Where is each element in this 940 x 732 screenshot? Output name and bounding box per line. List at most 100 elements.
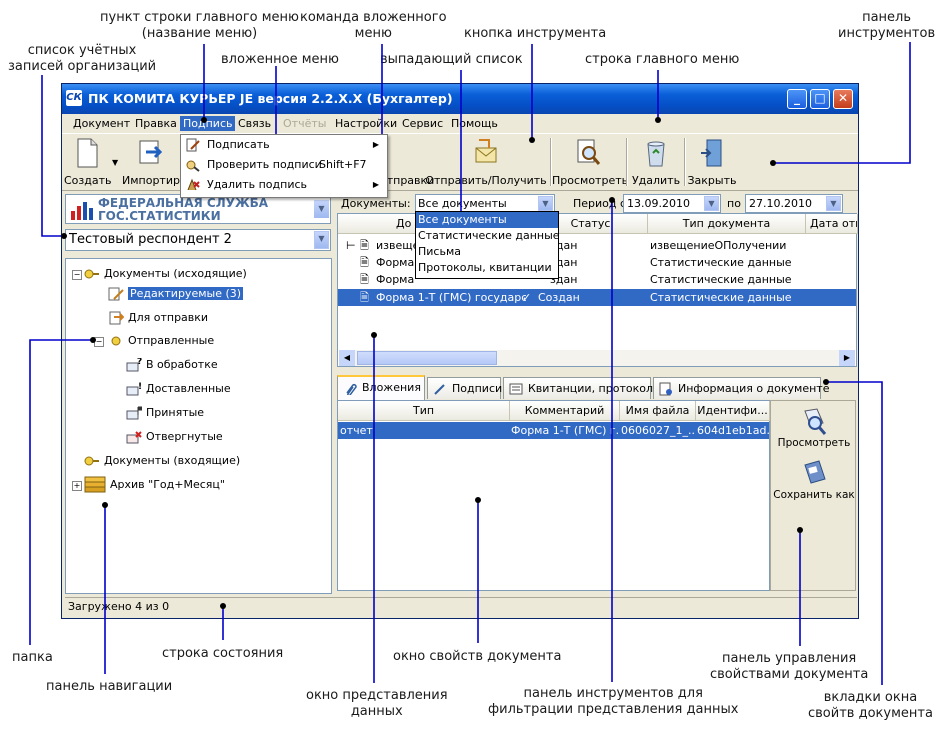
scroll-right-icon[interactable]: ▶ (839, 350, 855, 366)
folder-key-icon (84, 456, 99, 466)
minimize-button[interactable]: _ (787, 89, 807, 109)
create-dropdown-arrow[interactable]: ▼ (112, 158, 118, 167)
title-bar[interactable]: СК ПК КОМИТА КУРЬЕР JE версия 2.2.X.X (Б… (62, 84, 858, 114)
menu-edit[interactable]: Правка (132, 116, 180, 131)
close-app-button[interactable]: Закрыть (686, 136, 738, 188)
tab-attachments[interactable]: Вложения (337, 375, 425, 400)
collapse-icon[interactable]: − (72, 270, 82, 280)
view-button[interactable]: Просмотреть (552, 136, 628, 188)
column-header[interactable]: До (338, 214, 416, 234)
receipt-icon (509, 383, 523, 395)
navigation-panel: ФЕДЕРАЛЬНАЯ СЛУЖБА ГОС.СТАТИСТИКИ ▼ Тест… (65, 194, 332, 594)
signed-check-icon: ✓ (522, 291, 532, 304)
menu-signature[interactable]: Подпись (180, 116, 236, 131)
create-button[interactable]: Создать (64, 136, 112, 188)
submenu-verify[interactable]: Проверить подписи Shift+F7 (181, 155, 387, 175)
tab-signatures[interactable]: Подписи (427, 377, 502, 399)
organization-logo-select[interactable]: ФЕДЕРАЛЬНАЯ СЛУЖБА ГОС.СТАТИСТИКИ ▼ (65, 194, 331, 224)
chevron-down-icon[interactable]: ▼ (314, 231, 329, 249)
menu-settings[interactable]: Настройки (332, 116, 400, 131)
document-icon: 🗎 (360, 291, 369, 304)
annotation-status-row: строка состояния (162, 646, 284, 661)
tab-receipts[interactable]: Квитанции, протоколы (503, 377, 662, 399)
table-row-selected[interactable]: отчет Форма 1-Т (ГМС) г... 0606027_1_...… (338, 422, 769, 439)
tab-doc-info[interactable]: Информация о документе (653, 377, 829, 399)
menu-document[interactable]: Документ (70, 116, 133, 131)
menu-connection[interactable]: Связь (235, 116, 274, 131)
delete-button[interactable]: Удалить (628, 136, 684, 188)
column-header[interactable]: Дата отп (806, 214, 858, 234)
scroll-left-icon[interactable]: ◀ (339, 350, 355, 366)
svg-text:!: ! (138, 382, 142, 392)
submenu-sign[interactable]: Подписать ▶ (181, 135, 387, 155)
dropdown-option[interactable]: Все документы (416, 212, 558, 228)
app-window: СК ПК КОМИТА КУРЬЕР JE версия 2.2.X.X (Б… (61, 83, 859, 619)
column-header[interactable]: Тип (338, 401, 510, 421)
import-button[interactable]: Импортиро (122, 136, 187, 188)
menu-help[interactable]: Помощь (448, 116, 501, 131)
document-icon: ⊢ (346, 239, 356, 252)
exit-door-icon (701, 139, 722, 167)
chevron-down-icon[interactable]: ▼ (538, 196, 553, 211)
tree-outgoing[interactable]: Документы (исходящие) (84, 265, 247, 283)
close-button[interactable]: ✕ (833, 89, 853, 109)
tree-to-send[interactable]: Для отправки (108, 309, 208, 327)
tree-accepted[interactable]: Принятые (126, 404, 204, 422)
send-receive-button[interactable]: Отправить/Получить (424, 136, 548, 188)
status-bar: Загружено 4 из 0 (65, 597, 857, 616)
annotation-toolbar-panel: панель инструментов (838, 10, 936, 41)
new-document-icon (77, 138, 98, 168)
table-row-selected[interactable]: 🗎 Форма 1-Т (ГМС) государст ✓ Создан Ста… (338, 289, 856, 306)
expand-icon[interactable]: + (72, 481, 82, 491)
submenu-delete[interactable]: Удалить подпись ▶ (181, 175, 387, 195)
dropdown-option[interactable]: Статистические данные (416, 228, 560, 244)
dropdown-option[interactable]: Письма (416, 244, 558, 260)
tree-rejected[interactable]: Отвергнутые (126, 428, 223, 446)
sign-pen-icon (186, 138, 200, 152)
magnifier-document-icon (577, 139, 601, 165)
save-as-button[interactable]: Сохранить как (771, 459, 857, 501)
annotation-accounts: список учётных записей организаций (8, 43, 157, 74)
tree-archive[interactable]: Архив "Год+Месяц" (84, 476, 225, 494)
tree-processing[interactable]: ? В обработке (126, 356, 218, 374)
menu-service[interactable]: Сервис (399, 116, 446, 131)
annotation-submenu: вложенное меню (221, 52, 339, 67)
account-select[interactable]: Тестовый респондент 2 ▼ (65, 229, 331, 251)
scroll-thumb[interactable] (357, 351, 497, 365)
annotation-main-menu-item: пункт строки главного меню (название мен… (100, 10, 299, 41)
tree-editable[interactable]: Редактируемые (3) (108, 285, 244, 307)
date-from-picker[interactable]: 13.09.2010 ▼ (623, 194, 721, 213)
delete-signature-icon (187, 178, 200, 191)
send-queue-icon (109, 311, 124, 325)
archive-stack-icon (84, 476, 106, 493)
paperclip-icon (346, 383, 357, 395)
document-icon: 🗎 (360, 273, 369, 286)
document-properties-tabs: Вложения Подписи Квитанции, протоколы Ин… (337, 375, 857, 400)
horizontal-scrollbar[interactable]: ◀ ▶ (339, 350, 855, 366)
signature-submenu: Подписать ▶ Проверить подписи Shift+F7 У… (180, 134, 388, 198)
view-attachment-button[interactable]: Просмотреть (771, 407, 857, 449)
folder-tree: − Документы (исходящие) Редактируемые (3… (65, 258, 332, 594)
rosstat-logo-icon (71, 202, 93, 220)
tree-incoming[interactable]: Документы (входящие) (84, 452, 240, 470)
annotation-doc-props-window: окно свойств документа (393, 649, 562, 664)
column-header[interactable]: Имя файла (620, 401, 696, 421)
annotation-props-control-panel: панель управления свойствами документа (710, 651, 869, 682)
logo-dropdown-arrow[interactable]: ▼ (314, 200, 329, 218)
column-header[interactable]: Комментарий (510, 401, 620, 421)
annotation-data-view-window: окно представления данных (306, 688, 448, 719)
maximize-button[interactable]: □ (810, 89, 830, 109)
annotation-main-menu-row: строка главного меню (585, 52, 740, 67)
tree-sent[interactable]: Отправленные (108, 332, 214, 350)
chevron-down-icon[interactable]: ▼ (704, 196, 719, 211)
envelope-rejected-icon (126, 431, 142, 444)
dropdown-option[interactable]: Протоколы, квитанции (416, 260, 558, 276)
tree-delivered[interactable]: ! Доставленные (126, 380, 231, 398)
chevron-down-icon[interactable]: ▼ (826, 196, 841, 211)
column-header[interactable]: Идентифи... (696, 401, 770, 421)
column-header[interactable]: Тип документа (648, 214, 806, 234)
menu-reports[interactable]: Отчёты (280, 116, 329, 131)
collapse-icon[interactable]: − (94, 337, 104, 347)
save-disk-icon (804, 460, 826, 484)
date-to-picker[interactable]: 27.10.2010 ▼ (745, 194, 843, 213)
